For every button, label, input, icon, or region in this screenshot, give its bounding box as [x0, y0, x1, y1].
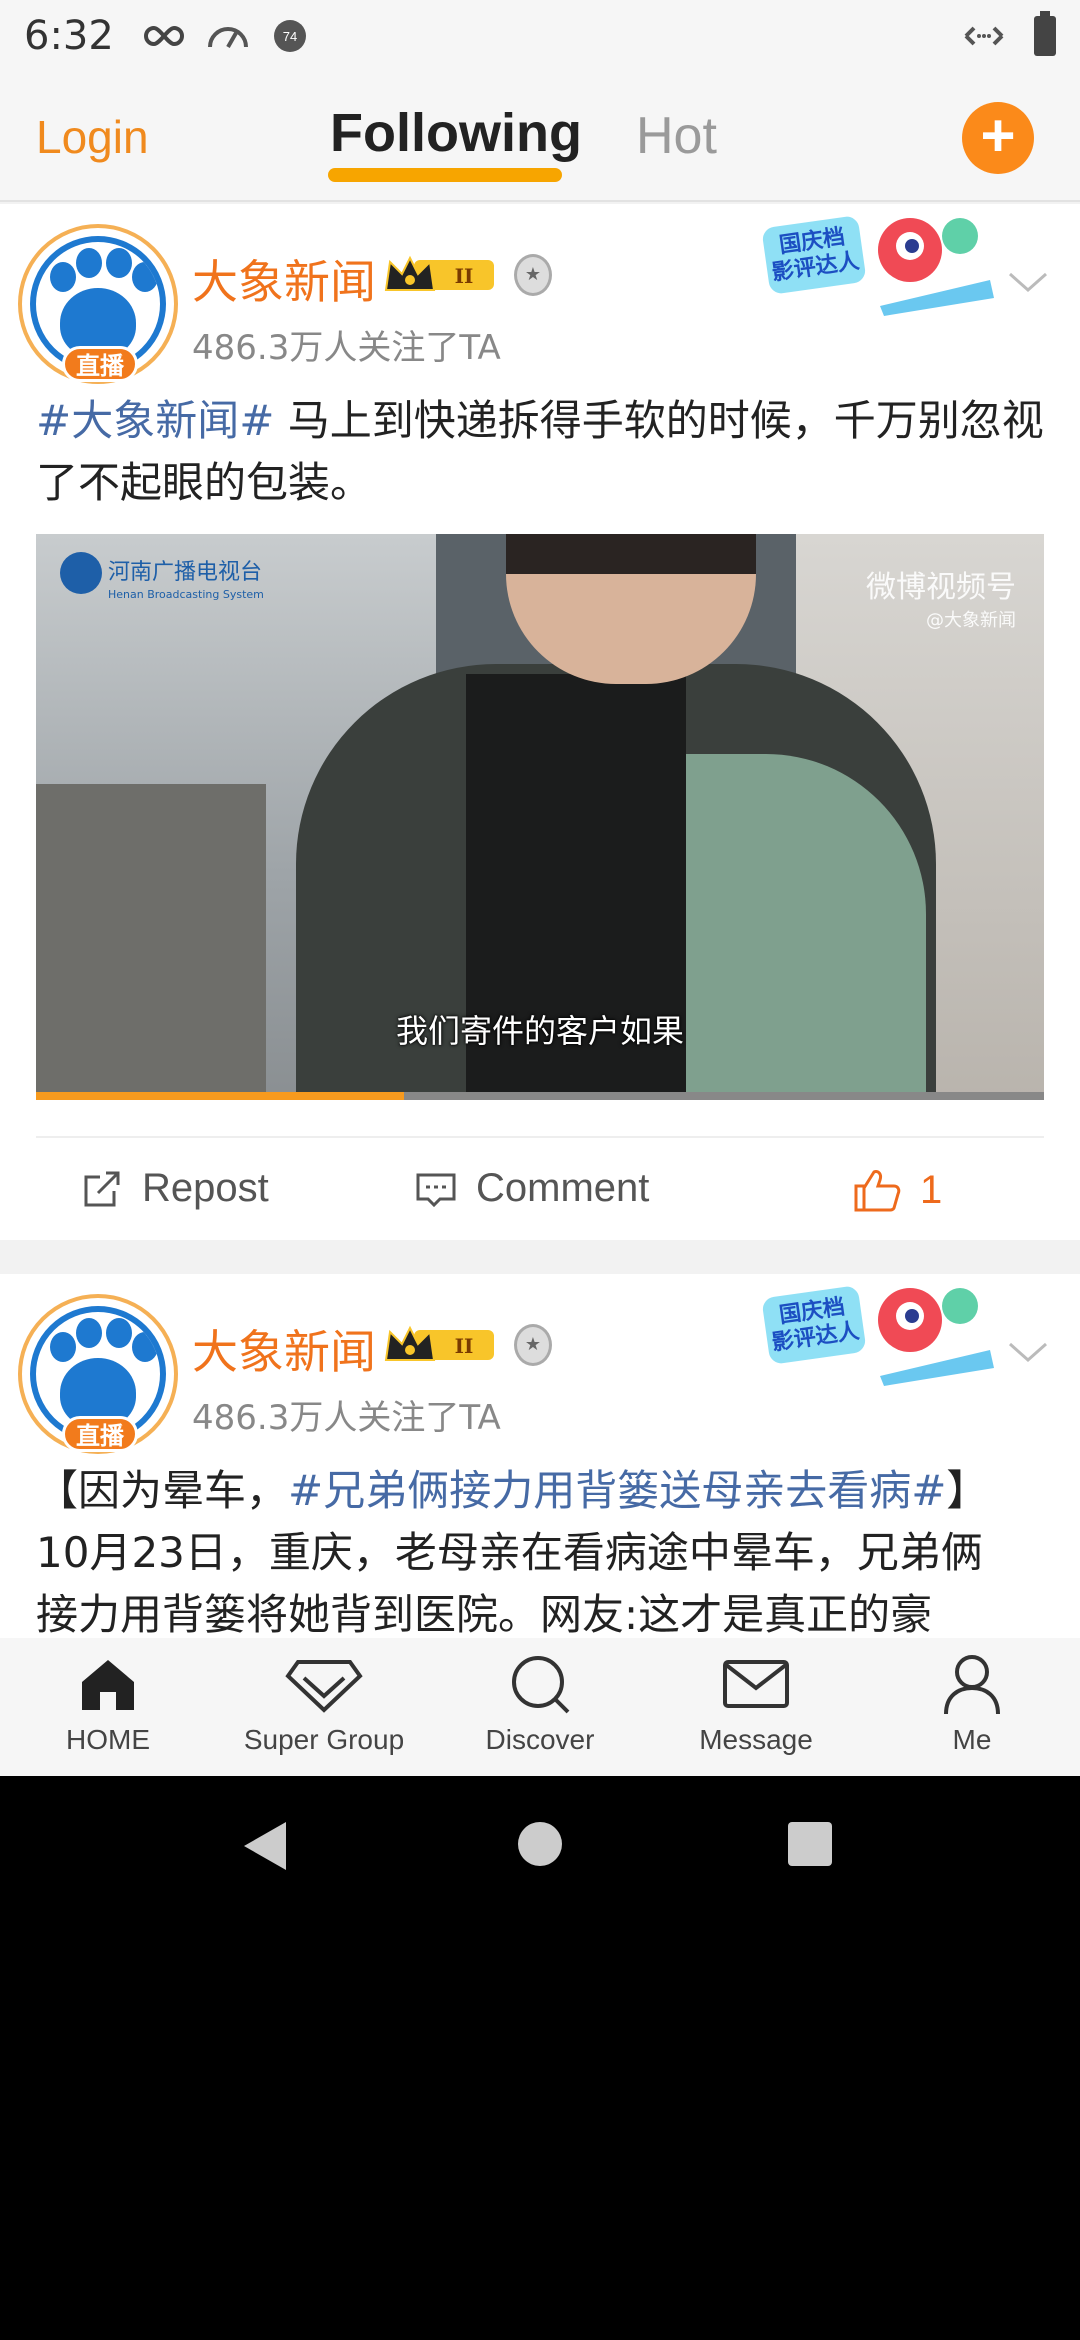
like-button[interactable]: 1 — [852, 1166, 942, 1214]
promo-badge[interactable]: 国庆档 影评达人 — [760, 1280, 1000, 1388]
plus-icon[interactable]: + — [962, 102, 1034, 174]
person-icon — [944, 1655, 1000, 1715]
svg-text:74: 74 — [283, 29, 297, 44]
post-actions: Repost Comment 1 — [0, 1138, 1080, 1238]
feed-post: 直播 大象新闻 II ★ 486.3万人关注了TA 国庆档 影评达人 #大象新闻… — [0, 204, 1080, 1240]
medal-icon: ★ — [514, 254, 552, 296]
video-subtitle: 我们寄件的客户如果 — [395, 1012, 684, 1050]
thumbs-up-icon — [854, 1170, 901, 1212]
battery-icon — [1034, 11, 1056, 56]
tab-me[interactable]: Me — [864, 1638, 1080, 1776]
login-button[interactable]: Login — [36, 110, 149, 164]
chevron-down-icon[interactable] — [1006, 1330, 1050, 1374]
tab-home[interactable]: HOME — [0, 1638, 216, 1776]
promo-badge[interactable]: 国庆档 影评达人 — [760, 210, 1000, 318]
tab-super-group[interactable]: Super Group — [216, 1638, 432, 1776]
repost-icon — [84, 1171, 120, 1206]
comment-icon — [416, 1173, 456, 1207]
home-icon — [82, 1660, 134, 1710]
back-icon[interactable] — [244, 1822, 286, 1870]
tab-hot[interactable]: Hot — [636, 106, 717, 166]
username[interactable]: 大象新闻 — [192, 1316, 376, 1382]
medal-icon: ★ — [514, 1324, 552, 1366]
broadcaster-logo: 河南广播电视台 Henan Broadcasting System — [60, 552, 270, 602]
repost-button[interactable]: Repost — [80, 1166, 269, 1211]
video-watermark: 微博视频号 @大象新闻 — [866, 570, 1016, 631]
active-tab-indicator — [328, 168, 562, 182]
mail-icon — [723, 1660, 789, 1708]
avatar[interactable]: 直播 — [18, 224, 178, 384]
status-bar: 6:32 74 — [0, 0, 1080, 72]
post-text[interactable]: 【因为晕车，#兄弟俩接力用背篓送母亲去看病#】 10月23日，重庆，老母亲在看病… — [36, 1460, 1056, 1646]
bottom-tab-bar: HOME Super Group Discover Message Me — [0, 1638, 1080, 1776]
diamond-icon — [285, 1660, 363, 1713]
like-count: 1 — [920, 1167, 943, 1212]
hashtag-link[interactable]: #大象新闻# — [36, 396, 274, 445]
speedometer-icon — [207, 27, 248, 48]
data-transfer-icon — [964, 26, 1004, 46]
app-screen: 6:32 74 Login Following Hot + 直播 大象新闻 II… — [0, 0, 1080, 1776]
home-circle-icon[interactable] — [518, 1822, 562, 1866]
follower-count: 486.3万人关注了TA — [192, 1398, 501, 1438]
tab-following[interactable]: Following — [330, 102, 582, 164]
top-nav: Login Following Hot + — [0, 72, 1080, 202]
svg-text:II: II — [455, 264, 474, 288]
avatar[interactable]: 直播 — [18, 1294, 178, 1454]
live-badge: 直播 — [62, 346, 138, 382]
infinity-icon — [143, 25, 184, 47]
tab-discover[interactable]: Discover — [432, 1638, 648, 1776]
comment-button[interactable]: Comment — [414, 1166, 649, 1211]
search-icon — [512, 1656, 570, 1714]
video-progress-fill — [36, 1092, 404, 1100]
recent-apps-icon[interactable] — [788, 1822, 832, 1866]
live-badge: 直播 — [62, 1416, 138, 1452]
video-player[interactable]: 河南广播电视台 Henan Broadcasting System 微博视频号 @大… — [36, 534, 1044, 1100]
notification-count-icon: 74 — [273, 20, 306, 52]
crown-badge-icon: II — [384, 255, 494, 291]
comment-label: Comment — [476, 1166, 650, 1210]
status-time: 6:32 — [24, 13, 114, 59]
post-text[interactable]: #大象新闻# 马上到快递拆得手软的时候，千万别忽视了不起眼的包装。 — [36, 390, 1046, 514]
hashtag-link[interactable]: #兄弟俩接力用背篓送母亲去看病# — [288, 1466, 946, 1515]
username[interactable]: 大象新闻 — [192, 246, 376, 312]
crown-badge-icon: II — [384, 1325, 494, 1361]
android-nav-bar — [0, 1776, 1080, 1916]
repost-label: Repost — [142, 1166, 269, 1210]
svg-text:II: II — [455, 1334, 474, 1358]
tab-message[interactable]: Message — [648, 1638, 864, 1776]
chevron-down-icon[interactable] — [1006, 260, 1050, 304]
follower-count: 486.3万人关注了TA — [192, 328, 501, 368]
